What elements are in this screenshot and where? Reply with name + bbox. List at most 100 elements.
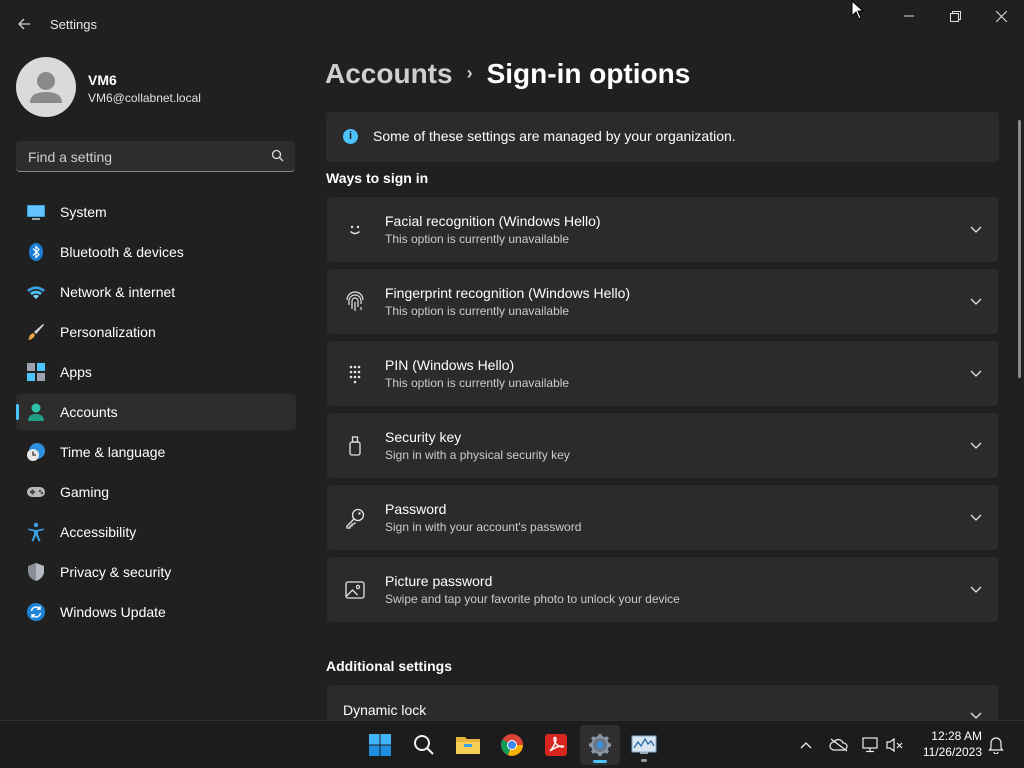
picture-icon	[345, 581, 365, 599]
section-heading-additional-settings: Additional settings	[326, 658, 452, 674]
avatar[interactable]	[16, 57, 76, 117]
security-key-card[interactable]: Security key Sign in with a physical sec…	[327, 413, 998, 478]
back-arrow-icon	[18, 18, 30, 30]
back-button[interactable]	[12, 12, 36, 36]
section-heading-ways-to-sign-in: Ways to sign in	[326, 170, 429, 186]
sidebar-item-label: Accounts	[60, 404, 118, 420]
usb-key-icon	[349, 436, 361, 456]
taskbar: 12:28 AM 11/26/2023	[0, 720, 1024, 768]
sidebar-item-windows-update[interactable]: Windows Update	[16, 594, 296, 630]
sidebar-item-label: Gaming	[60, 484, 110, 500]
brush-icon	[28, 324, 44, 340]
acrobat-button[interactable]	[536, 725, 576, 765]
notifications-button[interactable]	[986, 735, 1006, 755]
password-card[interactable]: Password Sign in with your account's pas…	[327, 485, 998, 550]
sidebar-item-label: Windows Update	[60, 604, 166, 620]
monitor-app-button[interactable]	[624, 725, 664, 765]
breadcrumb-parent-link[interactable]: Accounts	[325, 58, 453, 89]
user-email: VM6@collabnet.local	[88, 91, 201, 105]
settings-app-button[interactable]	[580, 725, 620, 765]
sidebar-item-system[interactable]: System	[16, 194, 296, 230]
card-title: Picture password	[385, 573, 493, 589]
user-name: VM6	[88, 72, 117, 88]
restore-button[interactable]	[932, 0, 978, 32]
dynamic-lock-card[interactable]: Dynamic lock	[327, 685, 998, 725]
card-subtitle: This option is currently unavailable	[385, 376, 570, 390]
sidebar-item-apps[interactable]: Apps	[16, 354, 296, 390]
search-icon[interactable]	[271, 149, 284, 162]
start-button[interactable]	[360, 725, 400, 765]
chevron-down-icon	[970, 226, 982, 233]
search-box[interactable]	[16, 141, 295, 172]
sidebar-item-time-language[interactable]: Time & language	[16, 434, 296, 470]
card-title: Facial recognition (Windows Hello)	[385, 213, 601, 229]
scrollbar-thumb[interactable]	[1018, 120, 1021, 378]
cloud-offline-icon	[829, 738, 848, 752]
file-explorer-button[interactable]	[448, 725, 488, 765]
sidebar-nav: System Bluetooth & devices Network & int…	[16, 194, 296, 634]
minimize-button[interactable]	[886, 0, 932, 32]
speaker-muted-icon	[886, 737, 903, 753]
card-title: Dynamic lock	[343, 702, 427, 718]
selection-indicator	[16, 404, 19, 420]
gamepad-icon	[27, 487, 45, 497]
update-icon	[27, 603, 45, 621]
person-placeholder-icon	[30, 72, 62, 103]
facial-recognition-card[interactable]: Facial recognition (Windows Hello) This …	[327, 197, 998, 262]
card-subtitle: This option is currently unavailable	[385, 304, 570, 318]
close-button[interactable]	[978, 0, 1024, 32]
sidebar-item-personalization[interactable]: Personalization	[16, 314, 296, 350]
breadcrumb: Accounts › Sign-in options	[325, 58, 690, 90]
sidebar-item-network[interactable]: Network & internet	[16, 274, 296, 310]
fingerprint-recognition-card[interactable]: Fingerprint recognition (Windows Hello) …	[327, 269, 998, 334]
volume-tray-button[interactable]	[885, 735, 905, 755]
minimize-icon	[904, 15, 914, 17]
shield-icon	[28, 563, 44, 581]
sidebar-item-gaming[interactable]: Gaming	[16, 474, 296, 510]
sidebar-item-label: Bluetooth & devices	[60, 244, 184, 260]
chrome-button[interactable]	[492, 725, 532, 765]
sidebar-item-accounts[interactable]: Accounts	[16, 394, 296, 430]
onedrive-tray-button[interactable]	[829, 735, 849, 755]
apps-icon	[27, 363, 45, 381]
file-explorer-icon	[456, 737, 480, 754]
sidebar-item-bluetooth[interactable]: Bluetooth & devices	[16, 234, 296, 270]
restore-icon	[949, 10, 961, 22]
card-subtitle: Swipe and tap your favorite photo to unl…	[385, 592, 680, 606]
info-icon: i	[343, 129, 358, 144]
chevron-right-icon: ›	[466, 63, 473, 83]
sidebar-item-label: Time & language	[60, 444, 166, 460]
network-wired-icon	[862, 737, 878, 753]
taskbar-search-button[interactable]	[404, 725, 444, 765]
pin-card[interactable]: PIN (Windows Hello) This option is curre…	[327, 341, 998, 406]
active-app-indicator	[593, 760, 607, 763]
chevron-down-icon	[970, 298, 982, 305]
key-icon	[346, 508, 365, 529]
sidebar-item-label: Accessibility	[60, 524, 137, 540]
app-title: Settings	[50, 17, 97, 32]
running-app-indicator	[641, 759, 647, 762]
show-hidden-icons-button[interactable]	[796, 735, 816, 755]
close-icon	[995, 10, 1007, 22]
managed-by-org-infobar: i Some of these settings are managed by …	[326, 112, 999, 162]
search-input[interactable]	[26, 147, 260, 167]
sidebar-item-accessibility[interactable]: Accessibility	[16, 514, 296, 550]
network-tray-button[interactable]	[860, 735, 880, 755]
bell-icon	[988, 737, 1004, 754]
info-text: Some of these settings are managed by yo…	[373, 128, 736, 144]
sidebar-item-label: Network & internet	[60, 284, 176, 300]
search-icon	[414, 735, 434, 755]
clock-date: 11/26/2023	[922, 745, 982, 759]
chevron-down-icon	[970, 514, 982, 521]
sidebar-item-privacy-security[interactable]: Privacy & security	[16, 554, 296, 590]
start-icon	[369, 734, 391, 756]
chevron-down-icon	[970, 586, 982, 593]
taskbar-clock[interactable]: 12:28 AM 11/26/2023	[912, 728, 982, 760]
sidebar-item-label: System	[60, 204, 107, 220]
monitor-icon	[27, 205, 45, 220]
globe-clock-icon	[27, 443, 45, 461]
chevron-down-icon	[970, 442, 982, 449]
monitor-app-icon	[631, 735, 657, 754]
sidebar-item-label: Privacy & security	[60, 564, 172, 580]
picture-password-card[interactable]: Picture password Swipe and tap your favo…	[327, 557, 998, 622]
